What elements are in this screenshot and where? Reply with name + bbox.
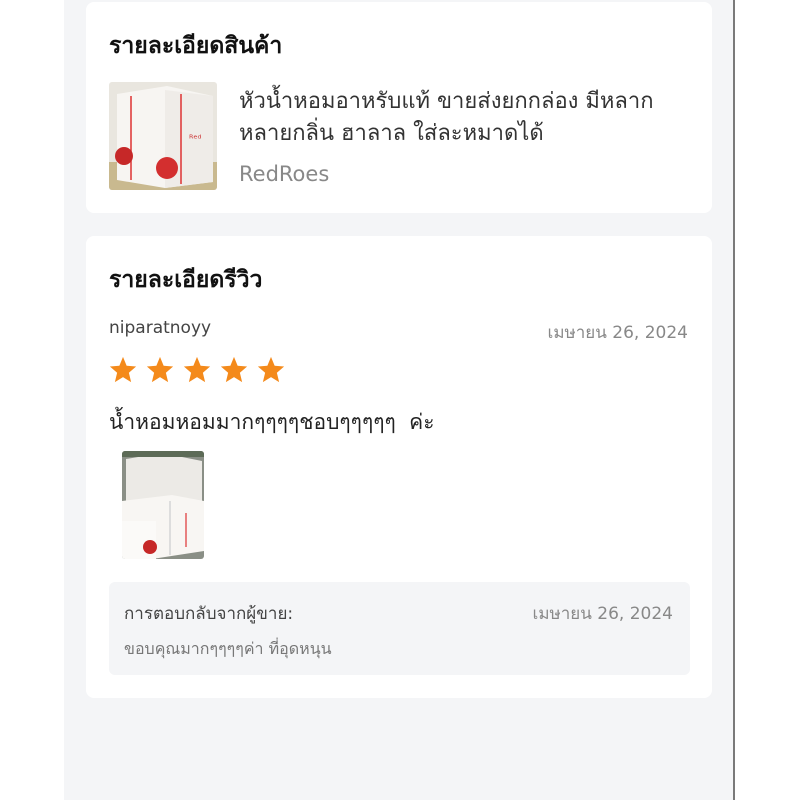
star-icon: [257, 356, 285, 383]
review-section-title: รายละเอียดรีวิว: [109, 267, 263, 293]
seller-reply-text: ขอบคุณมากๆๆๆๆค่า ที่อุดหนุน: [124, 639, 332, 658]
review-details-card: รายละเอียดรีวิว niparatnoyy เมษายน 26, 2…: [86, 236, 712, 698]
product-image: ᴿᵉᵈ: [109, 82, 217, 190]
star-icon: [183, 356, 211, 383]
product-brand: RedRoes: [239, 162, 330, 186]
star-rating: [108, 355, 286, 385]
star-icon: [109, 356, 137, 383]
product-section-title: รายละเอียดสินค้า: [109, 33, 283, 59]
product-details-card: รายละเอียดสินค้า ᴿᵉᵈ หัวน้ำหอมอาหรับแท้ …: [86, 2, 712, 213]
product-thumbnail[interactable]: ᴿᵉᵈ: [109, 82, 217, 190]
star-icon: [146, 356, 174, 383]
seller-reply-box: การตอบกลับจากผู้ขาย: เมษายน 26, 2024 ขอบ…: [109, 582, 690, 675]
review-date: เมษายน 26, 2024: [547, 323, 688, 343]
right-border: [733, 0, 735, 800]
seller-reply-date: เมษายน 26, 2024: [532, 604, 673, 624]
product-name[interactable]: หัวน้ำหอมอาหรับแท้ ขายส่งยกกล่อง มีหลากห…: [239, 86, 699, 150]
svg-text:ᴿᵉᵈ: ᴿᵉᵈ: [189, 134, 202, 145]
reviewer-name: niparatnoyy: [109, 318, 212, 338]
review-photo-image: [122, 451, 204, 559]
star-icon: [220, 356, 248, 383]
review-photo[interactable]: [122, 451, 204, 559]
seller-reply-label: การตอบกลับจากผู้ขาย:: [124, 604, 294, 624]
review-text: น้ำหอมหอมมากๆๆๆๆชอบๆๆๆๆๆ ค่ะ: [109, 410, 435, 434]
